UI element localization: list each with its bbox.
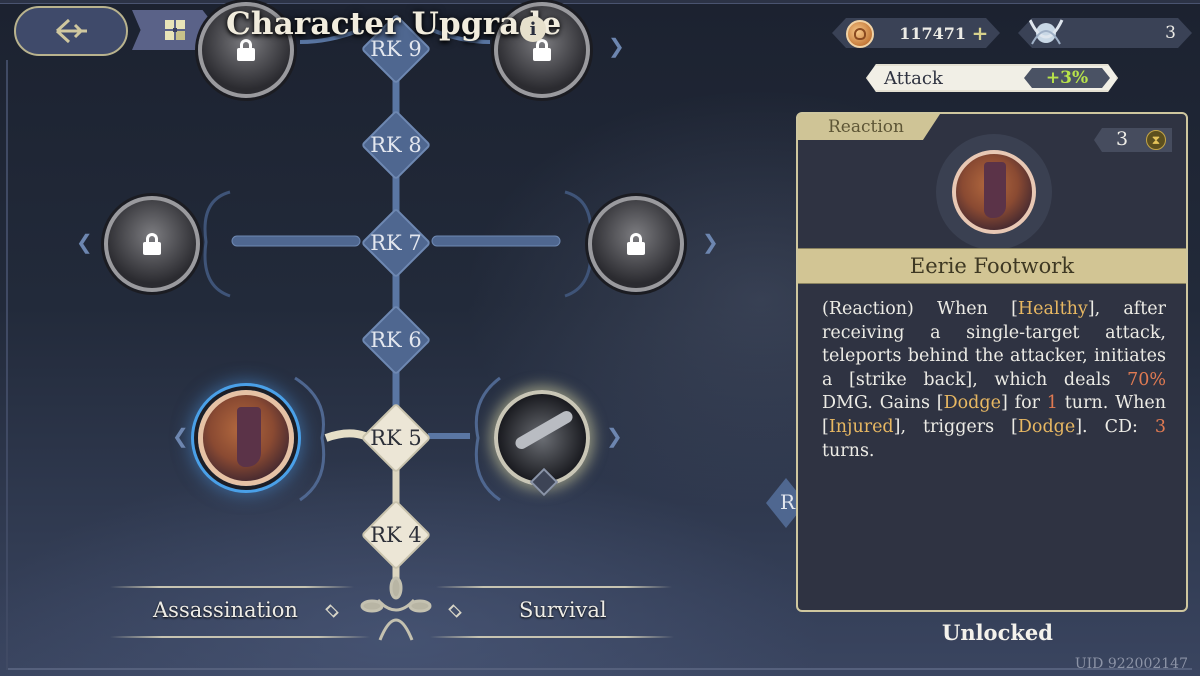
lock-icon: [237, 39, 255, 61]
hourglass-icon: ⧗: [1146, 130, 1166, 150]
rank-node-rk8[interactable]: RK 8: [359, 108, 433, 182]
desc-number: 1: [1046, 393, 1058, 414]
branch-divider: [110, 586, 354, 588]
branch-assassination[interactable]: Assassination: [153, 598, 298, 622]
skill-detail-panel: Reaction 3 ⧗ Eerie Footwork (Reaction) W…: [796, 112, 1188, 612]
desc-keyword: Dodge: [1017, 416, 1076, 437]
gold-currency: 117471 +: [832, 18, 1000, 48]
gem-value: 3: [1165, 23, 1176, 43]
back-arrow-icon: [55, 18, 87, 44]
user-id: UID 922002147: [1074, 656, 1188, 672]
desc-number: 70%: [1127, 369, 1166, 390]
lock-icon: [627, 233, 645, 255]
rk7-left-arc: [203, 190, 231, 298]
branch-divider: [436, 586, 672, 588]
side-ornament-icon: ❯: [608, 34, 625, 58]
skill-rk5-left-selected[interactable]: [198, 390, 294, 486]
side-ornament-icon: ❮: [76, 230, 93, 254]
coin-icon: [846, 20, 874, 48]
rk7-right-arc: [564, 190, 593, 298]
side-ornament-icon: ❯: [702, 230, 719, 254]
skill-description: (Reaction) When [Healthy], after receivi…: [822, 298, 1166, 463]
branch-divider: [430, 636, 674, 638]
desc-text: ]. CD:: [1075, 416, 1155, 437]
boot-icon: [984, 162, 1006, 218]
unlock-status: Unlocked: [942, 620, 1053, 645]
skill-name-bar: Eerie Footwork: [798, 248, 1186, 284]
side-ornament-icon: ❯: [606, 424, 623, 448]
cost-value: 3: [1116, 128, 1129, 150]
desc-keyword: Injured: [828, 416, 894, 437]
add-gold-button[interactable]: +: [970, 23, 990, 43]
attack-bonus-bar: Attack +3%: [866, 64, 1118, 92]
rank-label: RK 4: [370, 523, 422, 547]
desc-keyword: Dodge: [943, 393, 1001, 414]
gem-currency: 3: [1018, 18, 1192, 48]
desc-number: 3: [1154, 416, 1166, 437]
skill-rk5-right[interactable]: [494, 390, 590, 497]
desc-text: ] for: [1000, 393, 1047, 414]
skill-type-tag: Reaction: [798, 114, 940, 140]
rank-node-rk4[interactable]: RK 4: [359, 498, 433, 572]
branch-divider: [110, 636, 370, 638]
tree-emblem-icon: [360, 576, 432, 641]
bonus-value-box: +3%: [1024, 68, 1110, 88]
info-button[interactable]: i: [520, 16, 546, 42]
bonus-value: +3%: [1045, 68, 1089, 88]
rk5-left-arc: [294, 376, 326, 502]
dash-blade-icon: [513, 408, 575, 452]
desc-text: ], triggers [: [893, 416, 1018, 437]
crystal-orb-icon: [1026, 14, 1066, 52]
desc-text: DMG. Gains [: [822, 393, 944, 414]
rank-label: RK 6: [370, 328, 422, 352]
bonus-label: Attack: [884, 68, 943, 89]
selected-skill-icon: [952, 150, 1036, 234]
skill-name: Eerie Footwork: [909, 254, 1075, 278]
rank-node-rk5[interactable]: RK 5: [359, 401, 433, 475]
rank-node-rk6[interactable]: RK 6: [359, 303, 433, 377]
skill-rk7-right[interactable]: [588, 196, 684, 292]
rank-label: RK 5: [370, 426, 422, 450]
desc-keyword: Healthy: [1017, 299, 1088, 319]
back-button[interactable]: [14, 6, 128, 56]
lock-icon: [143, 233, 161, 255]
rank-label: RK 8: [370, 133, 422, 157]
grid-menu-icon: [165, 20, 185, 40]
gold-value: 117471: [899, 23, 966, 43]
rank-label: RK 7: [370, 231, 422, 255]
rk7-left-branch: [231, 235, 361, 247]
branch-survival[interactable]: Survival: [519, 598, 607, 622]
skill-cost: 3 ⧗: [1094, 128, 1172, 152]
info-icon: i: [529, 18, 537, 40]
lock-icon: [533, 39, 551, 61]
rank-label: R: [780, 490, 796, 514]
desc-text: turns.: [822, 440, 875, 461]
rk7-right-branch: [431, 235, 561, 247]
boot-icon: [237, 407, 261, 467]
skill-rk7-left[interactable]: [104, 196, 200, 292]
desc-text: (Reaction) When [: [822, 299, 1018, 319]
side-ornament-icon: ❮: [172, 424, 189, 448]
page-title: Character Upgrade: [226, 6, 562, 42]
rank-node-rk7[interactable]: RK 7: [359, 206, 433, 280]
